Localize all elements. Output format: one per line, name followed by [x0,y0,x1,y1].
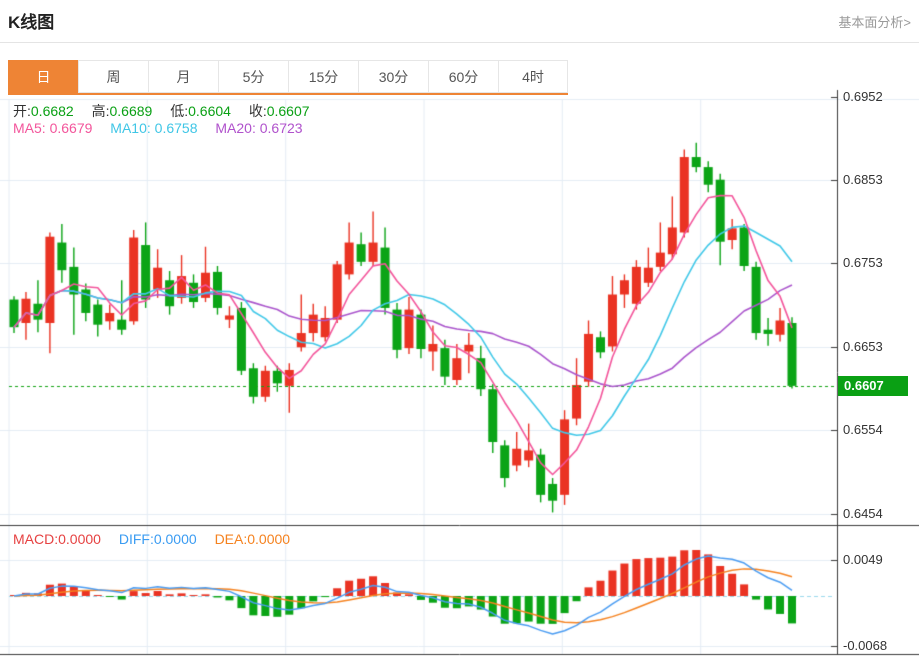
y-axis-label: 0.6952 [843,88,883,104]
y-axis-label: 0.6653 [843,339,883,355]
ma-legend: MA5: 0.6679 MA10: 0.6758 MA20: 0.6723 [13,120,317,136]
dea-label: DEA: [214,531,248,547]
close-value: 0.6607 [266,103,310,119]
y-axis-label: 0.6554 [843,422,883,438]
ma5-value: 0.6679 [49,120,93,136]
dea-value: 0.0000 [247,531,291,547]
ma10-value: 0.6758 [154,120,198,136]
kline-chart-canvas[interactable] [0,0,919,657]
macd-label: MACD: [13,531,59,547]
open-value: 0.6682 [30,103,74,119]
ohlc-legend: 开:0.6682 高:0.6689 低:0.6604 收:0.6607 [13,101,324,121]
ma20-value: 0.6723 [259,120,303,136]
current-price-badge: 0.6607 [838,375,908,396]
low-value: 0.6604 [188,103,231,119]
macd-axis-label: 0.0049 [843,551,883,567]
low-label: 低: [170,103,189,119]
macd-axis-label: -0.0068 [843,638,888,653]
macd-value: 0.0000 [58,531,101,547]
high-value: 0.6689 [109,103,153,119]
close-label: 收: [248,103,267,119]
y-axis-label: 0.6853 [843,171,883,187]
diff-value: 0.0000 [153,531,197,547]
y-axis-label: 0.6753 [843,255,883,271]
y-axis-label: 0.6454 [843,506,883,522]
macd-legend: MACD:0.0000 DIFF:0.0000 DEA:0.0000 [13,531,304,547]
ma20-label: MA20: [215,120,256,136]
open-label: 开: [13,103,31,119]
ma5-label: MA5: [13,120,46,136]
ma10-label: MA10: [110,120,151,136]
diff-label: DIFF: [118,531,154,547]
high-label: 高: [91,103,110,119]
